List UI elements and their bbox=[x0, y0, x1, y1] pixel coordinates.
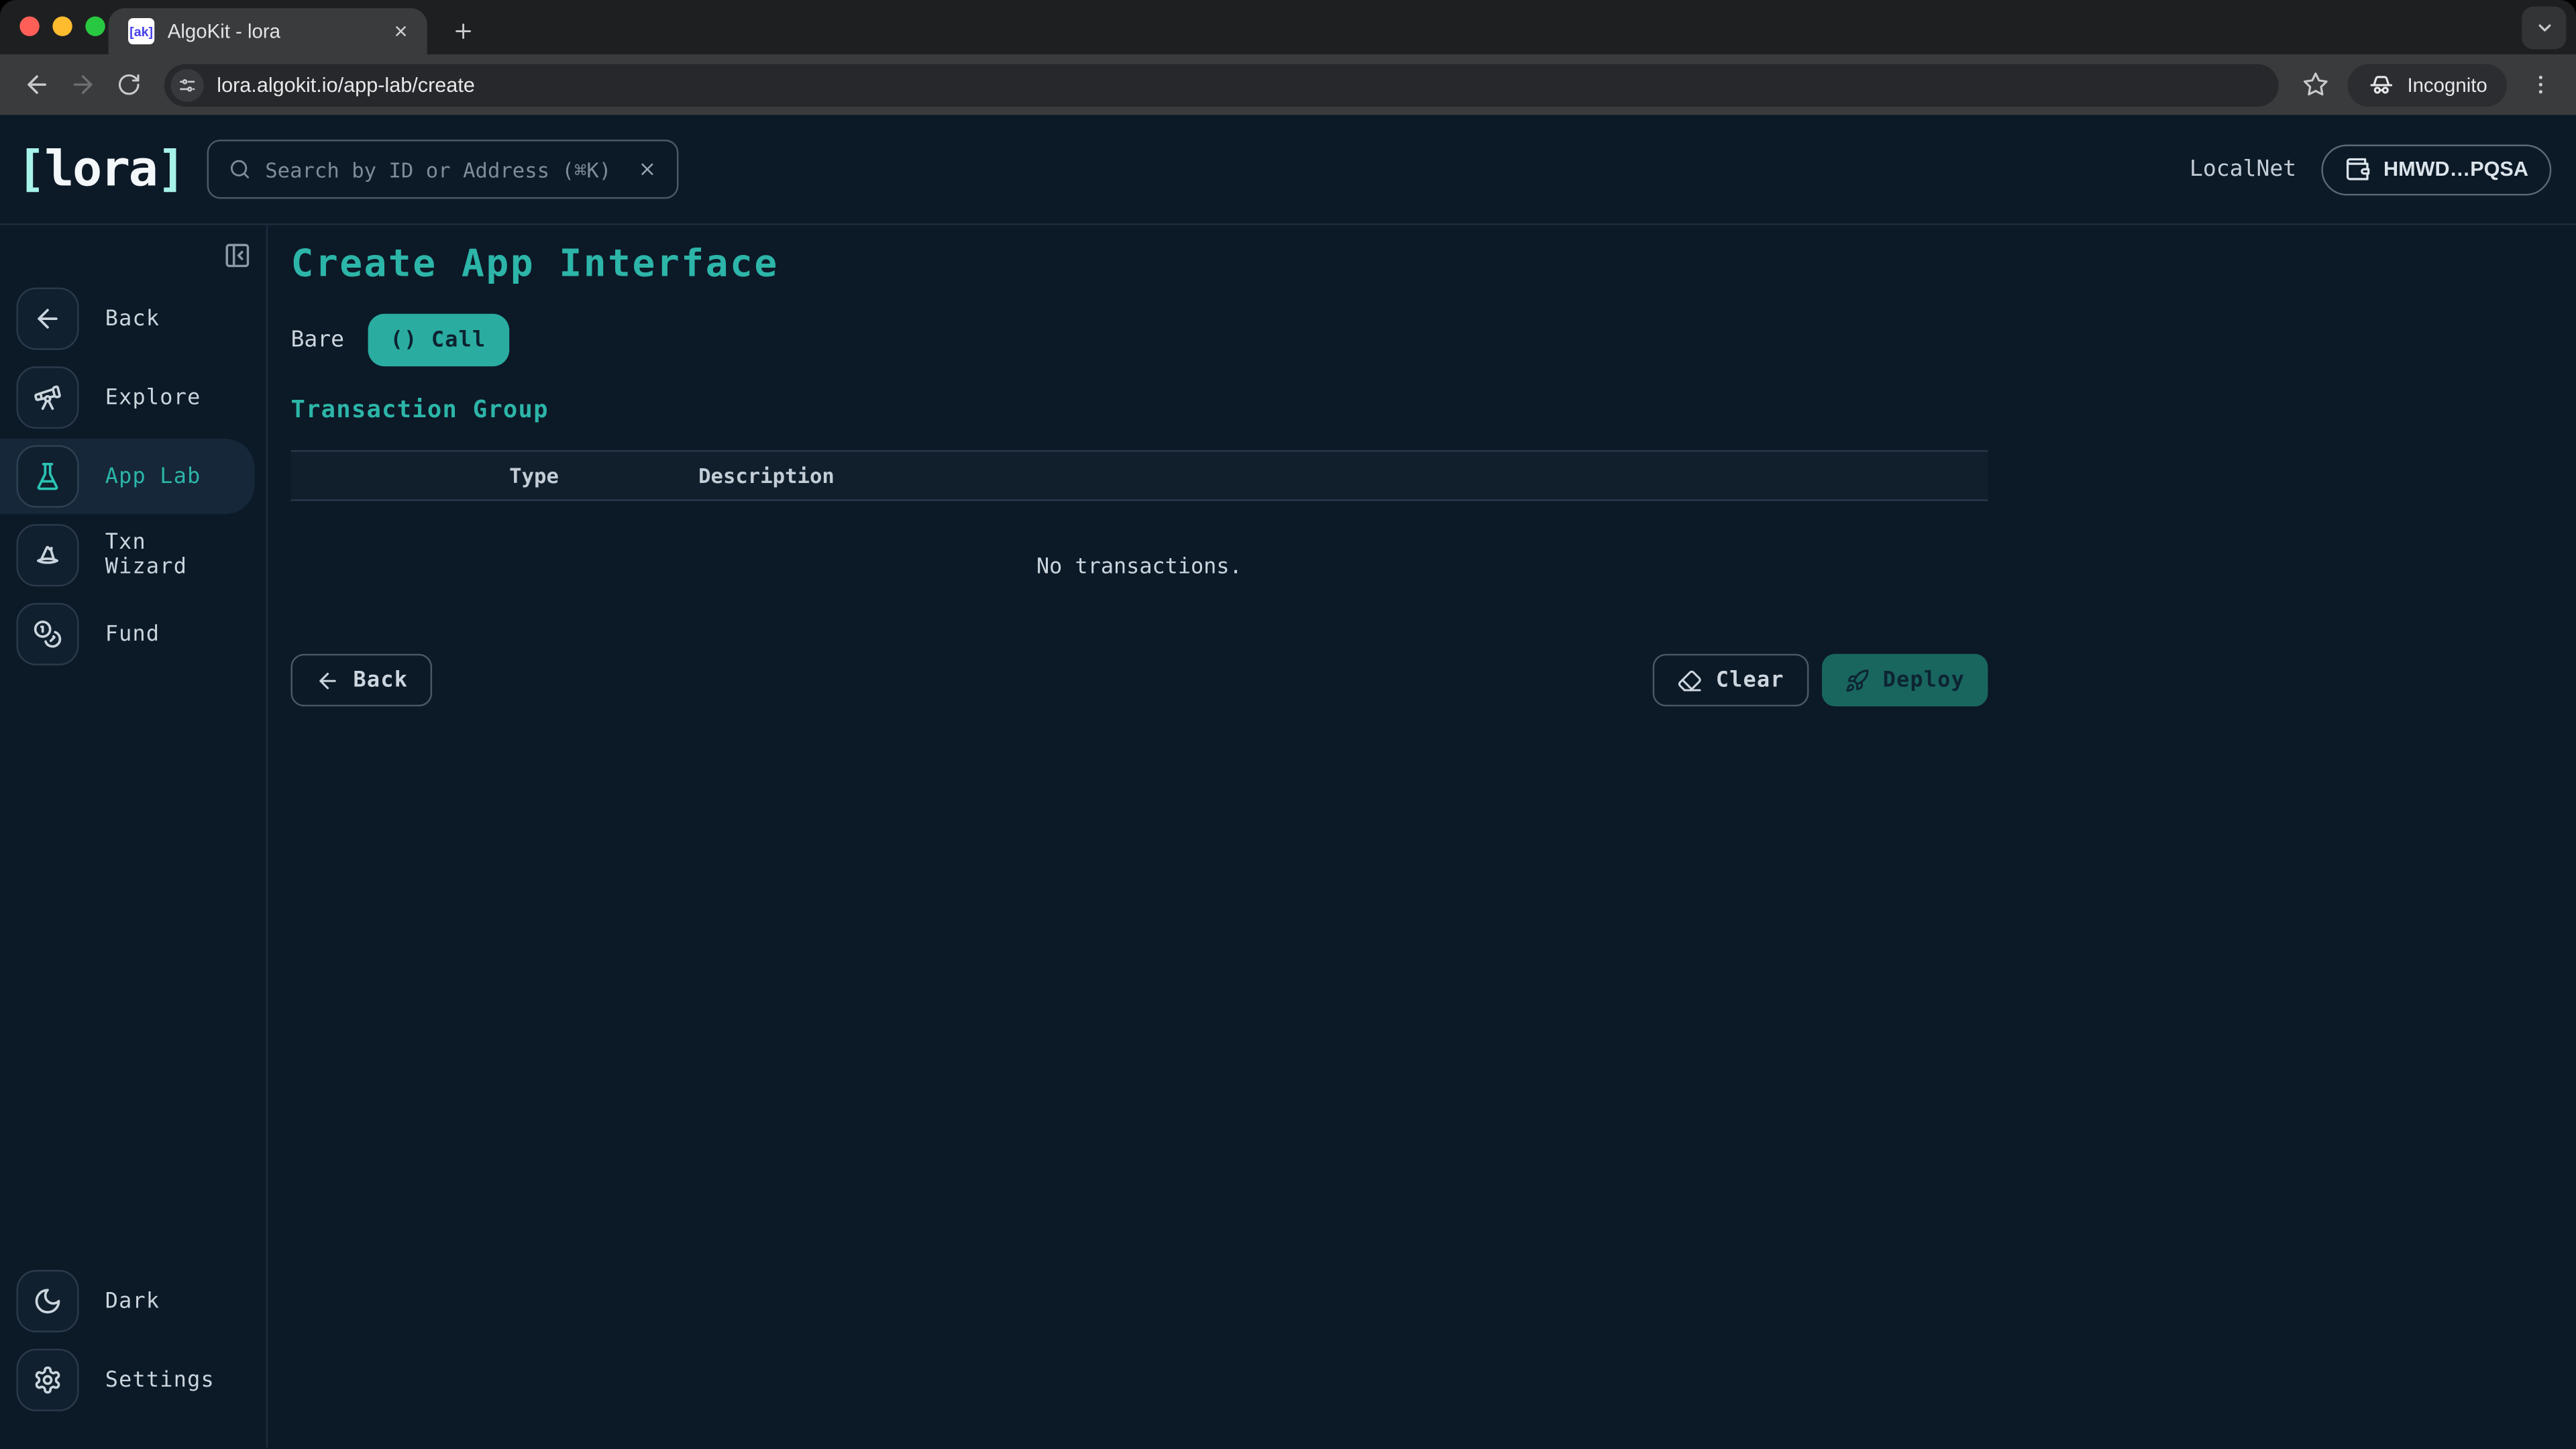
sidebar-item-back[interactable]: Back bbox=[0, 281, 255, 357]
sidebar-item-explore[interactable]: Explore bbox=[0, 360, 255, 435]
toggle-option-call[interactable]: () Call bbox=[367, 314, 508, 366]
search-clear-icon[interactable] bbox=[638, 160, 657, 179]
wizard-hat-icon bbox=[16, 524, 78, 586]
moon-icon bbox=[16, 1270, 78, 1332]
panel-collapse-icon bbox=[223, 241, 251, 269]
browser-tab[interactable]: [ak] AlgoKit - lora bbox=[109, 8, 427, 54]
search-icon bbox=[229, 158, 252, 180]
tab-favicon: [ak] bbox=[128, 18, 154, 44]
menu-dots-icon[interactable] bbox=[2517, 62, 2563, 108]
minimize-window-button[interactable] bbox=[52, 16, 72, 36]
call-type-toggle: Bare () Call bbox=[290, 314, 1988, 366]
main-content: Create App Interface Bare () Call Transa… bbox=[268, 225, 2576, 1448]
browser-toolbar: lora.algokit.io/app-lab/create Incognito bbox=[0, 54, 2576, 115]
eraser-icon bbox=[1678, 668, 1703, 693]
lora-logo[interactable]: [lora] bbox=[16, 140, 184, 198]
url-text: lora.algokit.io/app-lab/create bbox=[217, 73, 475, 96]
zoom-window-button[interactable] bbox=[85, 16, 105, 36]
sidebar-collapse-button[interactable] bbox=[220, 238, 253, 271]
coins-icon bbox=[16, 603, 78, 665]
tab-search-button[interactable] bbox=[2522, 7, 2566, 50]
sidebar-item-app-lab[interactable]: App Lab bbox=[0, 439, 255, 515]
toggle-option-bare[interactable]: Bare bbox=[290, 327, 344, 353]
app-header: [lora] LocalNet HMWD…PQSA bbox=[0, 115, 2576, 225]
window-controls bbox=[19, 16, 105, 36]
wallet-icon bbox=[2344, 156, 2370, 182]
gear-icon bbox=[16, 1349, 78, 1411]
bookmark-star-icon[interactable] bbox=[2292, 62, 2339, 108]
wallet-button[interactable]: HMWD…PQSA bbox=[2321, 144, 2551, 195]
table-header-row: Type Description bbox=[290, 450, 1988, 501]
new-tab-button[interactable] bbox=[440, 8, 486, 54]
tab-title: AlgoKit - lora bbox=[168, 19, 388, 42]
action-buttons: Back Clear Deploy bbox=[290, 654, 1988, 706]
back-button[interactable]: Back bbox=[290, 654, 432, 706]
section-title: Transaction Group bbox=[290, 398, 1988, 424]
sidebar-item-theme-dark[interactable]: Dark bbox=[0, 1263, 255, 1339]
incognito-badge: Incognito bbox=[2348, 63, 2507, 106]
search-input[interactable] bbox=[265, 157, 625, 182]
tab-close-icon[interactable] bbox=[388, 18, 414, 44]
browser-reload-button[interactable] bbox=[105, 62, 152, 108]
site-settings-icon[interactable] bbox=[171, 68, 204, 101]
table-empty-state: No transactions. bbox=[290, 501, 1988, 633]
column-header-description: Description bbox=[698, 464, 835, 488]
browser-back-button[interactable] bbox=[13, 62, 60, 108]
url-bar[interactable]: lora.algokit.io/app-lab/create bbox=[164, 63, 2279, 106]
sidebar-item-txn-wizard[interactable]: Txn Wizard bbox=[0, 517, 255, 593]
incognito-label: Incognito bbox=[2407, 73, 2487, 96]
tab-strip: [ak] AlgoKit - lora bbox=[0, 0, 2576, 54]
telescope-icon bbox=[16, 366, 78, 429]
sidebar-item-fund[interactable]: Fund bbox=[0, 596, 255, 672]
close-window-button[interactable] bbox=[19, 16, 39, 36]
browser-window: [ak] AlgoKit - lora bbox=[0, 0, 2576, 1449]
sidebar-item-settings[interactable]: Settings bbox=[0, 1342, 255, 1418]
empty-state-text: No transactions. bbox=[1036, 555, 1242, 580]
rocket-icon bbox=[1845, 668, 1870, 693]
browser-forward-button[interactable] bbox=[59, 62, 105, 108]
global-search[interactable] bbox=[207, 140, 679, 199]
flask-icon bbox=[16, 445, 78, 508]
clear-button[interactable]: Clear bbox=[1654, 654, 1809, 706]
transaction-group-table: Type Description No transactions. bbox=[290, 450, 1988, 633]
arrow-left-icon bbox=[315, 668, 340, 693]
sidebar: Back Explore App Lab bbox=[0, 225, 268, 1448]
incognito-icon bbox=[2368, 70, 2396, 99]
column-header-type: Type bbox=[509, 464, 559, 488]
page-title: Create App Interface bbox=[290, 243, 1988, 286]
network-label[interactable]: LocalNet bbox=[2190, 156, 2296, 182]
screen: [ak] AlgoKit - lora bbox=[0, 0, 2576, 1449]
wallet-address: HMWD…PQSA bbox=[2383, 158, 2528, 180]
lora-app: [lora] LocalNet HMWD…PQSA bbox=[0, 115, 2576, 1449]
arrow-left-icon bbox=[16, 288, 78, 350]
deploy-button[interactable]: Deploy bbox=[1822, 654, 1988, 706]
